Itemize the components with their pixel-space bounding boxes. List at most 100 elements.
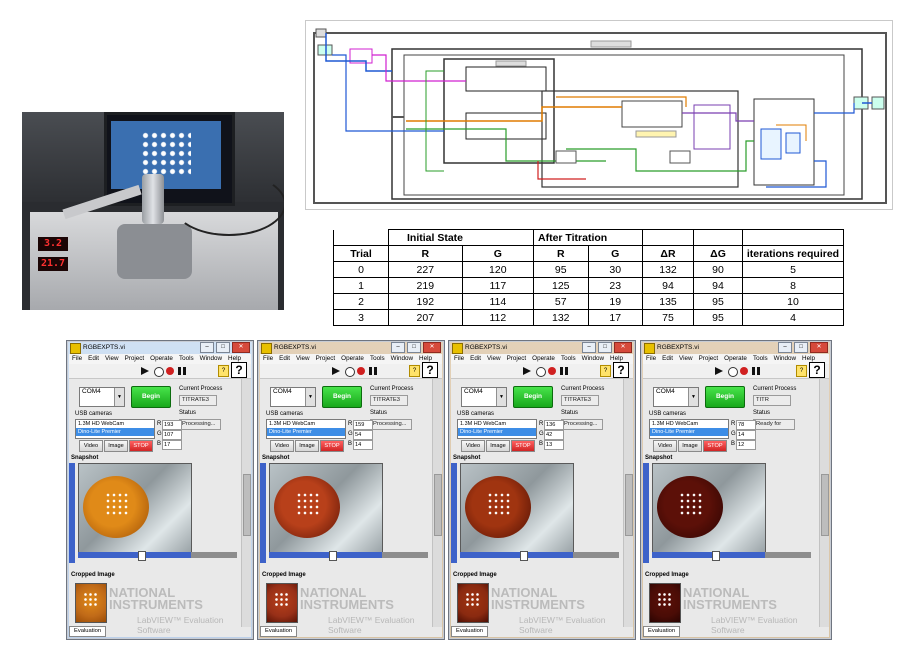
camera-list-item-selected[interactable]: Dino-Lite Premier (267, 428, 345, 436)
menu-item-window[interactable]: Window (774, 354, 796, 364)
evaluation-tab[interactable]: Evaluation (643, 626, 681, 637)
com-port-select[interactable]: COM4 ▼ (461, 387, 507, 407)
window-titlebar[interactable]: RGBEXPTS.vi – □ ✕ (449, 341, 635, 354)
context-help-icon[interactable]: ? (218, 365, 229, 377)
camera-list-item[interactable]: 1.3M HD WebCam (458, 420, 536, 428)
minimize-button[interactable]: – (582, 342, 596, 353)
menu-item-operate[interactable]: Operate (341, 354, 364, 364)
run-continuously-icon[interactable] (154, 367, 164, 377)
evaluation-tab[interactable]: Evaluation (260, 626, 298, 637)
help-button[interactable]: ? (613, 362, 629, 378)
image-button[interactable]: Image (678, 440, 702, 452)
menu-item-tools[interactable]: Tools (370, 354, 385, 364)
menu-item-operate[interactable]: Operate (532, 354, 555, 364)
begin-button[interactable]: Begin (322, 386, 362, 408)
pause-icon[interactable] (369, 367, 377, 375)
pause-icon[interactable] (752, 367, 760, 375)
vertical-slider[interactable] (260, 463, 266, 563)
context-help-icon[interactable]: ? (600, 365, 611, 377)
menu-item-file[interactable]: File (646, 354, 656, 364)
maximize-button[interactable]: □ (407, 342, 421, 353)
abort-execution-icon[interactable] (740, 367, 748, 375)
dropdown-arrow-icon[interactable]: ▼ (688, 388, 698, 406)
com-port-select[interactable]: COM4 ▼ (653, 387, 699, 407)
dropdown-arrow-icon[interactable]: ▼ (114, 388, 124, 406)
menu-item-tools[interactable]: Tools (179, 354, 194, 364)
window-titlebar[interactable]: RGBEXPTS.vi – □ ✕ (258, 341, 444, 354)
menu-item-project[interactable]: Project (507, 354, 527, 364)
menu-item-window[interactable]: Window (391, 354, 413, 364)
begin-button[interactable]: Begin (513, 386, 553, 408)
menu-item-operate[interactable]: Operate (150, 354, 173, 364)
pause-icon[interactable] (560, 367, 568, 375)
vertical-slider[interactable] (643, 463, 649, 563)
video-button[interactable]: Video (270, 440, 294, 452)
camera-list-item[interactable]: 1.3M HD WebCam (76, 420, 154, 428)
abort-execution-icon[interactable] (357, 367, 365, 375)
image-button[interactable]: Image (295, 440, 319, 452)
video-button[interactable]: Video (461, 440, 485, 452)
usb-camera-list[interactable]: 1.3M HD WebCam Dino-Lite Premier (75, 419, 155, 439)
menu-item-view[interactable]: View (487, 354, 501, 364)
pause-icon[interactable] (178, 367, 186, 375)
begin-button[interactable]: Begin (705, 386, 745, 408)
run-continuously-icon[interactable] (536, 367, 546, 377)
run-arrow-icon[interactable] (332, 367, 340, 375)
stop-button[interactable]: STOP (129, 440, 153, 452)
camera-list-item-selected[interactable]: Dino-Lite Premier (458, 428, 536, 436)
scrollbar-thumb[interactable] (243, 474, 251, 536)
dropdown-arrow-icon[interactable]: ▼ (305, 388, 315, 406)
menu-item-tools[interactable]: Tools (753, 354, 768, 364)
menu-item-view[interactable]: View (296, 354, 310, 364)
vertical-scrollbar[interactable] (432, 379, 442, 627)
usb-camera-list[interactable]: 1.3M HD WebCam Dino-Lite Premier (457, 419, 537, 439)
context-help-icon[interactable]: ? (796, 365, 807, 377)
scrollbar-thumb[interactable] (821, 474, 829, 536)
vertical-scrollbar[interactable] (241, 379, 251, 627)
menu-item-view[interactable]: View (105, 354, 119, 364)
menu-item-view[interactable]: View (679, 354, 693, 364)
scrollbar-thumb[interactable] (625, 474, 633, 536)
scrollbar-thumb[interactable] (434, 474, 442, 536)
context-help-icon[interactable]: ? (409, 365, 420, 377)
help-button[interactable]: ? (422, 362, 438, 378)
horizontal-slider-track[interactable] (765, 552, 811, 558)
maximize-button[interactable]: □ (216, 342, 230, 353)
abort-execution-icon[interactable] (166, 367, 174, 375)
close-button[interactable]: ✕ (810, 342, 828, 353)
stop-button[interactable]: STOP (511, 440, 535, 452)
camera-list-item[interactable]: 1.3M HD WebCam (650, 420, 728, 428)
image-button[interactable]: Image (104, 440, 128, 452)
close-button[interactable]: ✕ (232, 342, 250, 353)
window-titlebar[interactable]: RGBEXPTS.vi – □ ✕ (67, 341, 253, 354)
vertical-slider[interactable] (69, 463, 75, 563)
menu-item-window[interactable]: Window (200, 354, 222, 364)
help-button[interactable]: ? (231, 362, 247, 378)
horizontal-slider[interactable] (78, 551, 193, 561)
horizontal-slider[interactable] (652, 551, 767, 561)
run-arrow-icon[interactable] (715, 367, 723, 375)
horizontal-slider-track[interactable] (382, 552, 428, 558)
evaluation-tab[interactable]: Evaluation (69, 626, 107, 637)
stop-button[interactable]: STOP (703, 440, 727, 452)
run-arrow-icon[interactable] (141, 367, 149, 375)
menu-item-project[interactable]: Project (699, 354, 719, 364)
camera-list-item[interactable]: 1.3M HD WebCam (267, 420, 345, 428)
menu-item-window[interactable]: Window (582, 354, 604, 364)
minimize-button[interactable]: – (200, 342, 214, 353)
maximize-button[interactable]: □ (598, 342, 612, 353)
maximize-button[interactable]: □ (794, 342, 808, 353)
stop-button[interactable]: STOP (320, 440, 344, 452)
minimize-button[interactable]: – (391, 342, 405, 353)
horizontal-slider[interactable] (460, 551, 575, 561)
menu-item-operate[interactable]: Operate (724, 354, 747, 364)
vertical-slider[interactable] (451, 463, 457, 563)
minimize-button[interactable]: – (778, 342, 792, 353)
image-button[interactable]: Image (486, 440, 510, 452)
usb-camera-list[interactable]: 1.3M HD WebCam Dino-Lite Premier (266, 419, 346, 439)
menu-item-project[interactable]: Project (125, 354, 145, 364)
evaluation-tab[interactable]: Evaluation (451, 626, 489, 637)
close-button[interactable]: ✕ (614, 342, 632, 353)
window-titlebar[interactable]: RGBEXPTS.vi – □ ✕ (641, 341, 831, 354)
menu-item-tools[interactable]: Tools (561, 354, 576, 364)
